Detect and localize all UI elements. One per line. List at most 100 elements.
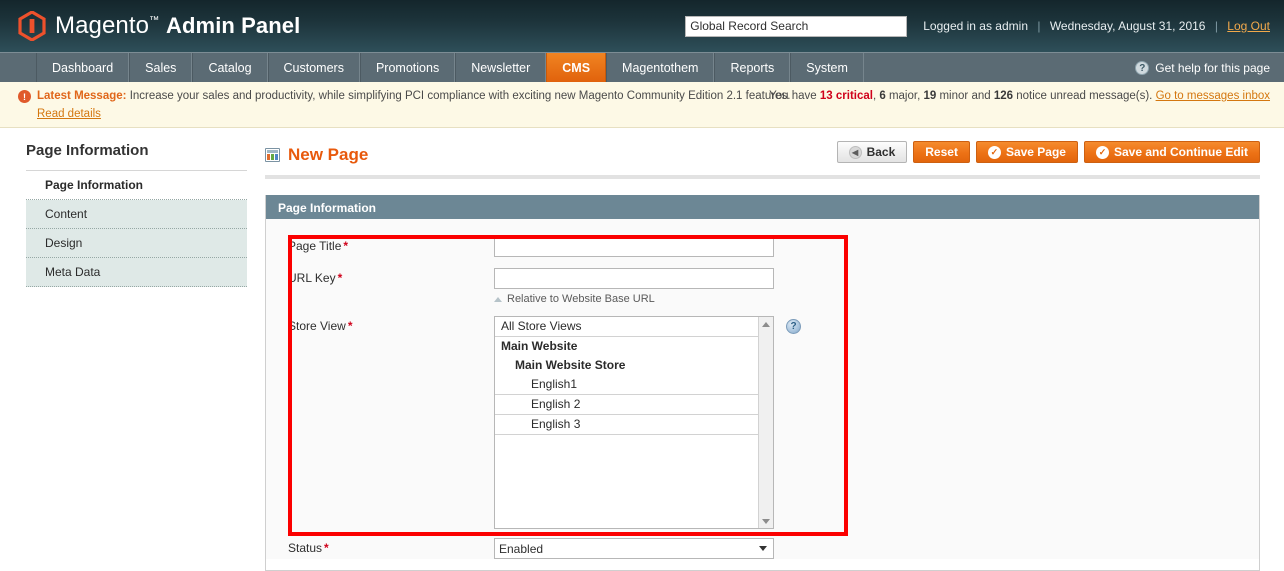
- status-selected-value: Enabled: [499, 541, 544, 556]
- current-date: Wednesday, August 31, 2016: [1049, 19, 1206, 33]
- save-page-button-label: Save Page: [1005, 145, 1066, 159]
- page-action-buttons: ◀ Back Reset ✓ Save Page ✓ Save and Cont…: [836, 141, 1260, 163]
- hint-triangle-icon: [494, 296, 502, 302]
- page-title-label: Page Title *: [288, 236, 494, 253]
- panel-body: Page Title * URL Key * Relative to Websi…: [266, 219, 1259, 559]
- scroll-down-arrow-icon[interactable]: [759, 514, 773, 528]
- sidebar-item-design[interactable]: Design: [26, 229, 247, 258]
- store-view-scrollbar[interactable]: [758, 317, 773, 528]
- messages-inbox-link[interactable]: Go to messages inbox: [1156, 90, 1270, 102]
- page-title-control: [494, 236, 1259, 257]
- nav-item-system[interactable]: System: [790, 53, 864, 82]
- sidebar-title: Page Information: [26, 142, 247, 171]
- read-details-wrap: Read details: [37, 106, 1270, 120]
- store-view-help-icon[interactable]: ?: [786, 319, 801, 334]
- header-account-meta: Logged in as admin | Wednesday, August 3…: [923, 19, 1270, 33]
- notification-text: Latest Message: Increase your sales and …: [37, 89, 790, 104]
- sidebar: Page Information Page Information Conten…: [0, 128, 247, 287]
- nav-item-promotions[interactable]: Promotions: [359, 53, 456, 82]
- sidebar-item-page-information[interactable]: Page Information: [26, 171, 247, 200]
- field-url-key: URL Key * Relative to Website Base URL: [266, 268, 1259, 305]
- logged-in-label: Logged in as admin: [923, 19, 1028, 33]
- help-question-icon: ?: [1135, 61, 1150, 75]
- nav-item-magentothem[interactable]: Magentothem: [606, 53, 715, 82]
- status-select[interactable]: Enabled: [494, 538, 774, 559]
- latest-message-label: Latest Message:: [37, 90, 127, 102]
- minor-count: 19: [923, 90, 937, 102]
- get-help-label: Get help for this page: [1155, 61, 1270, 75]
- log-out-link[interactable]: Log Out: [1227, 19, 1270, 33]
- nav-item-newsletter[interactable]: Newsletter: [455, 53, 547, 82]
- main-navigation: Dashboard Sales Catalog Customers Promot…: [0, 52, 1284, 82]
- header-right-cluster: Logged in as admin | Wednesday, August 3…: [685, 0, 1270, 52]
- logo-text-light: Magento: [55, 12, 150, 39]
- store-view-option-english-2[interactable]: English 2: [495, 395, 758, 415]
- nav-item-list: Dashboard Sales Catalog Customers Promot…: [0, 53, 864, 82]
- status-control: Enabled: [494, 538, 1259, 559]
- major-count: 6: [879, 90, 886, 102]
- header-separator-1: |: [1037, 19, 1041, 33]
- reset-button-label: Reset: [925, 145, 958, 159]
- store-view-option-all-store-views[interactable]: All Store Views: [495, 317, 758, 337]
- critical-count: 13: [819, 90, 833, 102]
- status-label: Status *: [288, 538, 494, 555]
- scroll-up-arrow-icon[interactable]: [759, 317, 773, 331]
- magento-logo[interactable]: Magento™ Admin Panel: [0, 10, 300, 42]
- reset-button[interactable]: Reset: [913, 141, 970, 163]
- check-icon: ✓: [1095, 145, 1109, 159]
- panel-title: Page Information: [266, 195, 1259, 219]
- save-page-button[interactable]: ✓ Save Page: [975, 141, 1078, 163]
- page-content: Page Information Page Information Conten…: [0, 128, 1284, 571]
- major-label: major: [888, 90, 918, 102]
- url-key-input[interactable]: [494, 268, 774, 289]
- store-view-option-main-website-store[interactable]: Main Website Store: [495, 356, 758, 375]
- store-view-option-english1[interactable]: English1: [495, 375, 758, 395]
- nav-item-customers[interactable]: Customers: [267, 53, 360, 82]
- nav-item-catalog[interactable]: Catalog: [192, 53, 268, 82]
- and-word: and: [971, 90, 991, 102]
- get-help-link[interactable]: ? Get help for this page: [1135, 53, 1270, 83]
- critical-label: critical: [835, 90, 873, 102]
- counts-prefix: You have: [769, 90, 817, 102]
- nav-item-reports[interactable]: Reports: [714, 53, 791, 82]
- store-view-option-english-3[interactable]: English 3: [495, 415, 758, 435]
- nav-item-dashboard[interactable]: Dashboard: [36, 53, 130, 82]
- unread-counts: You have 13 critical, 6 major, 19 minor …: [769, 90, 1270, 102]
- field-store-view: Store View * All Store Views Main Website…: [266, 316, 1259, 529]
- store-view-multiselect[interactable]: All Store Views Main Website Main Websit…: [494, 316, 774, 529]
- logo-text: Magento™ Admin Panel: [55, 12, 300, 40]
- logo-text-bold: Admin Panel: [166, 13, 301, 38]
- required-marker: *: [347, 319, 353, 333]
- save-and-continue-label: Save and Continue Edit: [1113, 145, 1248, 159]
- page-title-input[interactable]: [494, 236, 774, 257]
- required-marker: *: [324, 541, 329, 555]
- url-key-label-text: URL Key: [288, 271, 336, 285]
- page-title-label-text: Page Title: [288, 239, 342, 253]
- main-area: New Page ◀ Back Reset ✓ Save Page ✓ Save…: [247, 128, 1284, 571]
- page-information-panel: Page Information Page Title * URL Key * …: [265, 195, 1260, 571]
- notification-bar: ! Latest Message: Increase your sales an…: [0, 82, 1284, 128]
- store-view-option-main-website[interactable]: Main Website: [495, 337, 758, 356]
- url-key-hint-text: Relative to Website Base URL: [507, 293, 655, 305]
- nav-item-sales[interactable]: Sales: [129, 53, 193, 82]
- magento-admin-page: Magento™ Admin Panel Logged in as admin …: [0, 0, 1284, 571]
- save-and-continue-edit-button[interactable]: ✓ Save and Continue Edit: [1083, 141, 1260, 163]
- alert-icon: !: [18, 90, 31, 103]
- back-button[interactable]: ◀ Back: [836, 141, 908, 163]
- chevron-down-icon: [759, 546, 767, 551]
- sidebar-item-meta-data[interactable]: Meta Data: [26, 258, 247, 287]
- check-icon: ✓: [987, 145, 1001, 159]
- nav-item-cms[interactable]: CMS: [546, 53, 607, 82]
- required-marker: *: [343, 239, 349, 253]
- read-details-link[interactable]: Read details: [37, 108, 101, 120]
- store-view-label-text: Store View: [288, 319, 346, 333]
- magento-logo-icon: [18, 10, 46, 42]
- global-search-input[interactable]: [685, 15, 908, 37]
- page-title: New Page: [288, 145, 369, 164]
- sidebar-item-content[interactable]: Content: [26, 200, 247, 229]
- page-header: New Page ◀ Back Reset ✓ Save Page ✓ Save…: [265, 141, 1260, 169]
- logo-trademark: ™: [149, 15, 160, 26]
- latest-message-body: Increase your sales and productivity, wh…: [129, 90, 791, 102]
- back-arrow-icon: ◀: [848, 145, 862, 159]
- status-label-text: Status: [288, 541, 323, 555]
